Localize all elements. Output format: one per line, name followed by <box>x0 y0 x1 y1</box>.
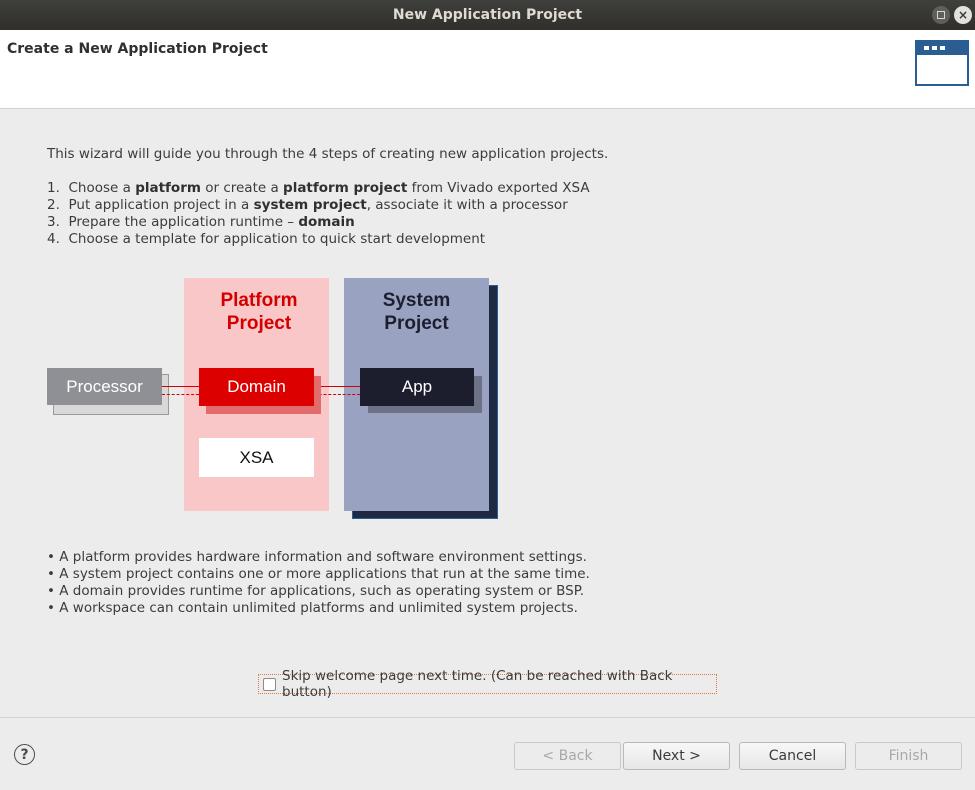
finish-button[interactable]: Finish <box>855 742 962 770</box>
system-project-title: System Project <box>382 290 451 334</box>
bullet-item: • A workspace can contain unlimited plat… <box>47 600 578 616</box>
wizard-header: Create a New Application Project <box>0 30 975 109</box>
xsa-box: XSA <box>199 438 314 477</box>
app-box: App <box>360 368 474 406</box>
bullet-item: • A platform provides hardware informati… <box>47 549 587 565</box>
page-title: Create a New Application Project <box>7 41 268 57</box>
close-icon[interactable]: × <box>954 6 972 24</box>
wizard-window-icon <box>915 40 969 86</box>
window-titlebar: New Application Project <box>0 0 975 30</box>
domain-box: Domain <box>199 368 314 406</box>
step-3: 3. Prepare the application runtime – dom… <box>47 214 355 230</box>
cancel-button[interactable]: Cancel <box>739 742 846 770</box>
next-button[interactable]: Next > <box>623 742 730 770</box>
info-bullets: • A platform provides hardware informati… <box>47 549 590 617</box>
bullet-item: • A system project contains one or more … <box>47 566 590 582</box>
window-title: New Application Project <box>392 7 583 23</box>
bullet-item: • A domain provides runtime for applicat… <box>47 583 585 599</box>
step-2: 2. Put application project in a system p… <box>47 197 568 213</box>
connector-dashed <box>162 394 199 395</box>
step-1: 1. Choose a platform or create a platfor… <box>47 180 590 196</box>
checkbox-icon[interactable] <box>263 677 276 691</box>
maximize-icon[interactable] <box>932 6 950 24</box>
step-4: 4. Choose a template for application to … <box>47 231 486 247</box>
help-icon[interactable]: ? <box>14 744 35 765</box>
intro-text: This wizard will guide you through the 4… <box>47 146 609 162</box>
steps-list: 1. Choose a platform or create a platfor… <box>47 180 590 248</box>
connector-line <box>162 386 199 387</box>
skip-welcome-label[interactable]: Skip welcome page next time. (Can be rea… <box>282 668 716 700</box>
back-button[interactable]: < Back <box>514 742 621 770</box>
platform-project-title: Platform Project <box>220 290 298 334</box>
processor-box: Processor <box>47 368 162 405</box>
skip-welcome-checkbox[interactable]: Skip welcome page next time. (Can be rea… <box>258 668 717 700</box>
footer-separator <box>0 717 975 718</box>
